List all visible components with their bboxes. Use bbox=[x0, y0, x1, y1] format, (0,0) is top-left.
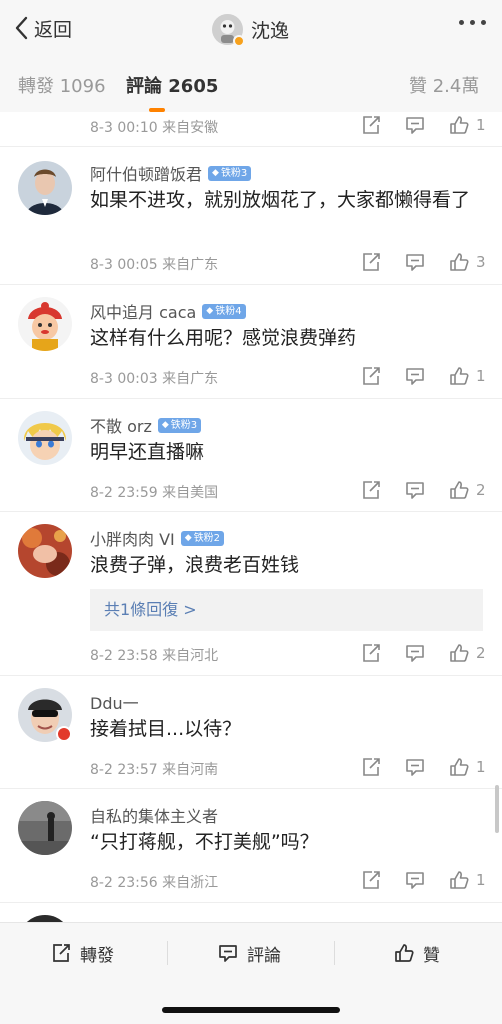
back-button[interactable]: 返回 bbox=[12, 12, 72, 44]
comment-meta: 8-2 23:58 来自河北 bbox=[90, 648, 219, 664]
comment-text: 接着拭目...以待？ bbox=[90, 718, 242, 740]
like-label: 贊 bbox=[423, 945, 440, 966]
tab-bar: 轉發 1096 評論 2605 贊 2.4萬 bbox=[0, 58, 502, 112]
like-icon[interactable] bbox=[448, 479, 470, 501]
repost-label: 轉發 bbox=[80, 945, 114, 966]
reply-icon[interactable] bbox=[404, 365, 426, 387]
comment-text: 明早还直播嘛 bbox=[90, 441, 205, 463]
bottom-action-bar: 轉發 評論 贊 bbox=[0, 922, 502, 1024]
diamond-icon: ◆ bbox=[212, 167, 219, 178]
username[interactable]: 风中追月 caca bbox=[90, 299, 196, 323]
fan-badge: ◆ 铁粉3 bbox=[157, 417, 202, 433]
diamond-icon: ◆ bbox=[161, 419, 169, 430]
diamond-icon: ◆ bbox=[206, 305, 214, 316]
reply-icon[interactable] bbox=[404, 756, 426, 778]
fan-badge: ◆ 铁粉4 bbox=[202, 303, 246, 319]
like-icon[interactable] bbox=[448, 869, 470, 891]
fan-badge: ◆ 铁粉3 bbox=[208, 165, 252, 181]
reply-icon[interactable] bbox=[404, 642, 426, 664]
back-label: 返回 bbox=[34, 18, 73, 41]
username[interactable]: 小胖肉肉 VI bbox=[90, 526, 175, 550]
comment-icon bbox=[219, 945, 237, 962]
reply-icon[interactable] bbox=[404, 479, 426, 501]
like-count: 1 bbox=[476, 758, 486, 776]
like-icon[interactable] bbox=[448, 756, 470, 778]
comment-text: 这样有什么用呢？感觉浪费弹药 bbox=[90, 327, 357, 349]
comment-meta: 8-3 00:10 来自安徽 bbox=[90, 120, 219, 136]
reply-icon[interactable] bbox=[404, 869, 426, 891]
username[interactable]: 不散 orz bbox=[90, 413, 152, 437]
avatar[interactable] bbox=[18, 297, 72, 351]
comment-meta: 8-3 00:05 来自广东 bbox=[90, 257, 219, 273]
avatar[interactable] bbox=[18, 411, 72, 465]
comment-meta: 8-2 23:56 来自浙江 bbox=[90, 875, 219, 891]
scrollbar[interactable] bbox=[495, 785, 499, 833]
share-icon[interactable] bbox=[360, 251, 382, 273]
comment-text: 如果不进攻，就别放烟花了，大家都懒得看了 bbox=[90, 189, 471, 211]
like-icon[interactable] bbox=[448, 114, 470, 136]
profile-title[interactable]: 沈逸 bbox=[212, 12, 290, 47]
comment-meta: 8-3 00:03 来自广东 bbox=[90, 371, 219, 387]
like-icon[interactable] bbox=[448, 365, 470, 387]
tab-repost[interactable]: 轉發 1096 bbox=[18, 72, 106, 98]
like-count: 2 bbox=[476, 644, 486, 662]
verified-badge-icon bbox=[56, 726, 72, 742]
like-count: 2 bbox=[476, 481, 486, 499]
comment-list[interactable]: 8-3 00:10 来自安徽 1 阿什伯顿蹭饭君 ◆ 铁粉3 如果不进攻，就别放烟… bbox=[0, 112, 502, 922]
share-icon[interactable] bbox=[360, 365, 382, 387]
home-indicator bbox=[162, 1007, 340, 1013]
share-icon[interactable] bbox=[360, 756, 382, 778]
comment-text: “只打蒋舰，不打美舰”吗？ bbox=[90, 831, 319, 853]
comment-text: 浪费子弹，浪费老百姓钱 bbox=[90, 554, 300, 576]
diamond-icon: ◆ bbox=[184, 532, 192, 543]
avatar[interactable] bbox=[18, 801, 72, 855]
share-icon[interactable] bbox=[360, 642, 382, 664]
reply-icon[interactable] bbox=[404, 114, 426, 136]
chevron-left-icon bbox=[15, 16, 28, 40]
comment-label: 評論 bbox=[247, 945, 281, 966]
username[interactable]: 阿什伯顿蹭饭君 bbox=[90, 161, 202, 185]
like-count: 3 bbox=[476, 253, 486, 271]
fan-badge: ◆ 铁粉2 bbox=[180, 530, 225, 546]
like-count: 1 bbox=[476, 367, 486, 385]
like-icon bbox=[395, 944, 414, 962]
avatar[interactable] bbox=[18, 161, 72, 215]
more-options-icon[interactable] bbox=[459, 20, 486, 25]
like-icon[interactable] bbox=[448, 642, 470, 664]
view-replies-link[interactable]: 共1條回復 > bbox=[90, 589, 483, 631]
comment-meta: 8-2 23:59 来自美国 bbox=[90, 485, 219, 501]
reply-icon[interactable] bbox=[404, 251, 426, 273]
like-count: 1 bbox=[476, 116, 486, 134]
avatar[interactable] bbox=[18, 688, 72, 742]
tab-likes[interactable]: 贊 2.4萬 bbox=[409, 72, 479, 98]
avatar[interactable] bbox=[18, 915, 72, 922]
like-button[interactable]: 贊 bbox=[393, 939, 440, 967]
comment-meta: 8-2 23:57 来自河南 bbox=[90, 762, 219, 778]
verified-badge-icon bbox=[233, 34, 245, 47]
like-count: 1 bbox=[476, 871, 486, 889]
share-icon[interactable] bbox=[360, 479, 382, 501]
share-icon[interactable] bbox=[360, 869, 382, 891]
avatar[interactable] bbox=[18, 524, 72, 578]
repost-button[interactable]: 轉發 bbox=[50, 939, 114, 967]
page-title: 沈逸 bbox=[251, 19, 290, 42]
username[interactable]: 自私的集体主义者 bbox=[90, 803, 218, 827]
tab-comments[interactable]: 評論 2605 bbox=[126, 72, 218, 98]
share-icon[interactable] bbox=[360, 114, 382, 136]
comment-button[interactable]: 評論 bbox=[217, 939, 281, 967]
username[interactable]: Ddu一 bbox=[90, 690, 139, 714]
share-icon bbox=[53, 944, 70, 962]
top-nav-bar: 返回 沈逸 bbox=[0, 0, 502, 58]
avatar bbox=[212, 13, 245, 47]
like-icon[interactable] bbox=[448, 251, 470, 273]
